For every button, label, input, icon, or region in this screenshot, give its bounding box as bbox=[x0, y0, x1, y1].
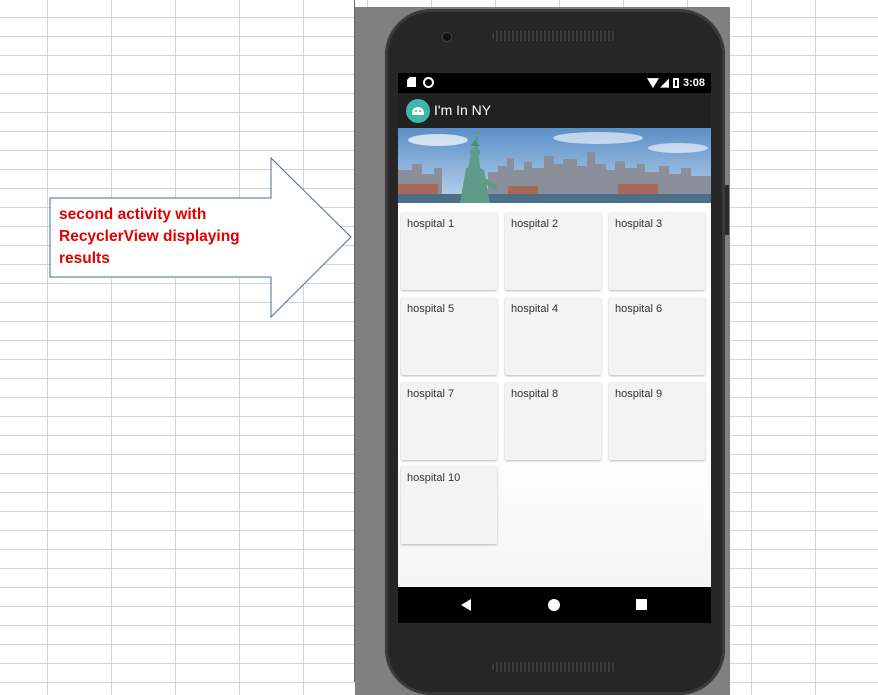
ny-banner-image bbox=[398, 128, 711, 203]
battery-icon bbox=[672, 78, 679, 89]
hospital-name: hospital 9 bbox=[615, 388, 663, 400]
top-speaker bbox=[492, 31, 616, 41]
bottom-speaker bbox=[492, 662, 616, 672]
hospital-name: hospital 6 bbox=[615, 303, 663, 315]
hospital-card[interactable]: hospital 8 bbox=[505, 382, 601, 460]
recents-icon[interactable] bbox=[636, 599, 647, 610]
phone-screen: 3:08 I'm In NY hospital 1 hospital 2 hos… bbox=[398, 73, 711, 623]
hospital-card[interactable]: hospital 6 bbox=[609, 297, 705, 375]
hospital-card[interactable]: hospital 7 bbox=[401, 382, 497, 460]
hospital-name: hospital 4 bbox=[511, 303, 559, 315]
sd-card-icon bbox=[407, 77, 416, 87]
panel-border bbox=[354, 0, 355, 682]
hospital-card[interactable]: hospital 9 bbox=[609, 382, 705, 460]
hospital-name: hospital 2 bbox=[511, 218, 559, 230]
hospital-card[interactable]: hospital 5 bbox=[401, 297, 497, 375]
status-time: 3:08 bbox=[682, 77, 705, 89]
app-title: I'm In NY bbox=[434, 102, 492, 118]
callout-text: second activity with RecyclerView displa… bbox=[59, 206, 240, 267]
hospital-name: hospital 1 bbox=[407, 218, 455, 230]
power-button bbox=[725, 185, 729, 235]
hospital-name: hospital 5 bbox=[407, 303, 455, 315]
hospital-card[interactable]: hospital 10 bbox=[401, 466, 497, 544]
hospital-card[interactable]: hospital 2 bbox=[505, 212, 601, 290]
hospital-name: hospital 10 bbox=[407, 472, 461, 484]
hospital-card[interactable]: hospital 3 bbox=[609, 212, 705, 290]
hospital-card[interactable]: hospital 4 bbox=[505, 297, 601, 375]
hospital-name: hospital 8 bbox=[511, 388, 559, 400]
recycler-view[interactable]: hospital 1 hospital 2 hospital 3 hospita… bbox=[398, 203, 711, 587]
hospital-name: hospital 7 bbox=[407, 388, 455, 400]
status-bar: 3:08 bbox=[398, 73, 711, 93]
android-icon[interactable] bbox=[406, 99, 430, 123]
hospital-card[interactable]: hospital 1 bbox=[401, 212, 497, 290]
wifi-icon bbox=[646, 78, 659, 89]
circle-icon bbox=[423, 77, 434, 88]
app-toolbar: I'm In NY bbox=[398, 93, 711, 128]
signal-icon bbox=[659, 78, 669, 88]
front-camera bbox=[443, 33, 451, 41]
hospital-name: hospital 3 bbox=[615, 218, 663, 230]
navigation-bar bbox=[398, 587, 711, 623]
back-icon[interactable] bbox=[461, 599, 471, 611]
home-icon[interactable] bbox=[548, 599, 560, 611]
